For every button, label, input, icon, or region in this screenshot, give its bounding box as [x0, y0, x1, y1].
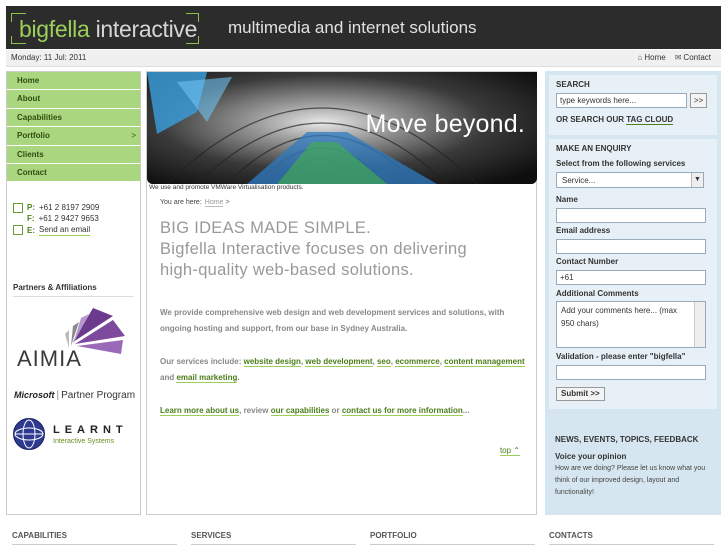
phone-label: Contact Number — [556, 257, 619, 266]
footer-portfolio[interactable]: PORTFOLIO — [370, 531, 535, 545]
services-select[interactable]: Service... ▼ — [556, 172, 704, 188]
envelope-icon: ✉ — [674, 53, 682, 62]
nav-item-portfolio[interactable]: Portfolio > — [7, 127, 140, 146]
home-top-link[interactable]: ⌂ Home — [638, 53, 666, 62]
phone-field[interactable]: +61 — [556, 270, 706, 285]
send-email-link[interactable]: Send an email — [39, 224, 91, 236]
learn-more-link[interactable]: Learn more about us — [160, 406, 240, 416]
breadcrumb-home-link[interactable]: Home — [204, 199, 224, 207]
logo[interactable]: bigfella interactive — [11, 13, 199, 44]
microsoft-partner-logo[interactable]: Microsoft | Partner Program — [14, 390, 135, 401]
submit-button[interactable]: Submit >> — [556, 387, 605, 401]
date-display: Monday: 11 Jul: 2011 — [11, 53, 87, 62]
voice-title: Voice your opinion — [555, 452, 627, 461]
link-ecommerce[interactable]: ecommerce — [395, 357, 440, 367]
search-title: SEARCH — [556, 80, 590, 89]
fax-number: +61 2 9427 9653 — [38, 214, 99, 223]
globe-icon — [13, 418, 45, 450]
double-chevron-up-icon: ⌃ — [513, 446, 520, 455]
scrollbar[interactable] — [694, 302, 705, 347]
search-box: SEARCH type keywords here... >> OR SEARC… — [549, 75, 717, 135]
headline: BIG IDEAS MADE SIMPLE. Bigfella Interact… — [160, 219, 468, 279]
breadcrumb: You are here: Home > — [160, 199, 230, 207]
tag-cloud-link[interactable]: TAG CLOUD — [626, 115, 674, 125]
left-sidebar: Home About Capabilities Portfolio > Clien… — [6, 71, 141, 515]
contact-us-link[interactable]: contact us for more information — [341, 406, 463, 416]
search-go-button[interactable]: >> — [690, 93, 707, 108]
footer-services[interactable]: SERVICES — [191, 531, 356, 545]
aimia-logo[interactable]: AIMIA — [17, 306, 129, 371]
footer-capabilities[interactable]: CAPABILITIES — [12, 531, 177, 545]
email-label: Email address — [556, 226, 611, 235]
footer: CAPABILITIES SERVICES PORTFOLIO CONTACTS — [0, 528, 727, 545]
contact-info: P: +61 2 8197 2909 F: +61 2 9427 9653 E: Se… — [13, 202, 99, 236]
phone-icon — [13, 202, 23, 213]
email-field[interactable] — [556, 239, 706, 254]
intro-paragraph: We provide comprehensive web design and … — [160, 308, 505, 333]
home-icon: ⌂ — [637, 53, 643, 62]
services-label: Select from the following services — [556, 159, 686, 168]
link-email-marketing[interactable]: email marketing — [176, 373, 238, 383]
news-title: NEWS, EVENTS, TOPICS, FEEDBACK — [555, 435, 699, 444]
name-label: Name — [556, 195, 578, 204]
comments-textarea[interactable]: Add your comments here... (max 950 chars… — [556, 301, 706, 348]
contact-top-link[interactable]: ✉ Contact — [675, 53, 711, 62]
hero-caption: We use and promote VMWare Virtualisation… — [149, 184, 304, 191]
back-to-top-link[interactable]: top ⌃ — [499, 446, 520, 456]
link-seo[interactable]: seo — [376, 357, 391, 367]
logo-text: bigfella interactive — [19, 16, 198, 42]
hero-text: Move beyond. — [365, 110, 525, 138]
top-links: ⌂ Home ✉ Contact — [638, 53, 711, 62]
nav-item-clients[interactable]: Clients — [7, 145, 140, 164]
name-field[interactable] — [556, 208, 706, 223]
main-nav: Home About Capabilities Portfolio > Clien… — [7, 72, 140, 183]
link-website-design[interactable]: website design — [243, 357, 301, 367]
sub-bar: Monday: 11 Jul: 2011 ⌂ Home ✉ Contact — [6, 50, 721, 67]
learn-more-paragraph: Learn more about us, review our capabili… — [160, 406, 470, 416]
nav-item-home[interactable]: Home — [7, 72, 140, 91]
right-sidebar: SEARCH type keywords here... >> OR SEARC… — [545, 71, 721, 515]
nav-item-capabilities[interactable]: Capabilities — [7, 108, 140, 128]
enquiry-title: MAKE AN ENQUIRY — [556, 144, 632, 153]
capabilities-link[interactable]: our capabilities — [270, 406, 330, 416]
learnt-logo[interactable]: LEARNT Interactive Systems — [13, 418, 133, 452]
tag-cloud-line: OR SEARCH OUR TAG CLOUD — [556, 115, 674, 125]
validation-field[interactable] — [556, 365, 706, 380]
enquiry-form: MAKE AN ENQUIRY Select from the followin… — [549, 139, 717, 409]
search-input[interactable]: type keywords here... — [556, 93, 687, 108]
computer-icon — [13, 225, 23, 235]
tagline: multimedia and internet solutions — [228, 18, 477, 37]
footer-contacts[interactable]: CONTACTS — [549, 531, 714, 545]
main-content: Move beyond. We use and promote VMWare V… — [146, 71, 537, 515]
nav-item-contact[interactable]: Contact — [7, 163, 140, 183]
voice-text: How are we doing? Please let us know wha… — [555, 465, 706, 496]
link-content-management[interactable]: content management — [444, 357, 525, 367]
nav-item-about[interactable]: About — [7, 90, 140, 109]
partners-title: Partners & Affiliations — [13, 283, 133, 297]
chevron-right-icon: > — [131, 131, 136, 141]
phone-number: +61 2 8197 2909 — [39, 203, 100, 212]
chevron-down-icon: ▼ — [691, 173, 703, 187]
link-web-development[interactable]: web development — [305, 357, 373, 367]
services-paragraph: Our services include: website design, we… — [160, 357, 525, 383]
comments-label: Additional Comments — [556, 289, 639, 298]
site-header: bigfella interactive multimedia and inte… — [6, 6, 721, 49]
validation-label: Validation - please enter "bigfella" — [556, 352, 686, 361]
hero-banner: Move beyond. — [147, 72, 537, 184]
